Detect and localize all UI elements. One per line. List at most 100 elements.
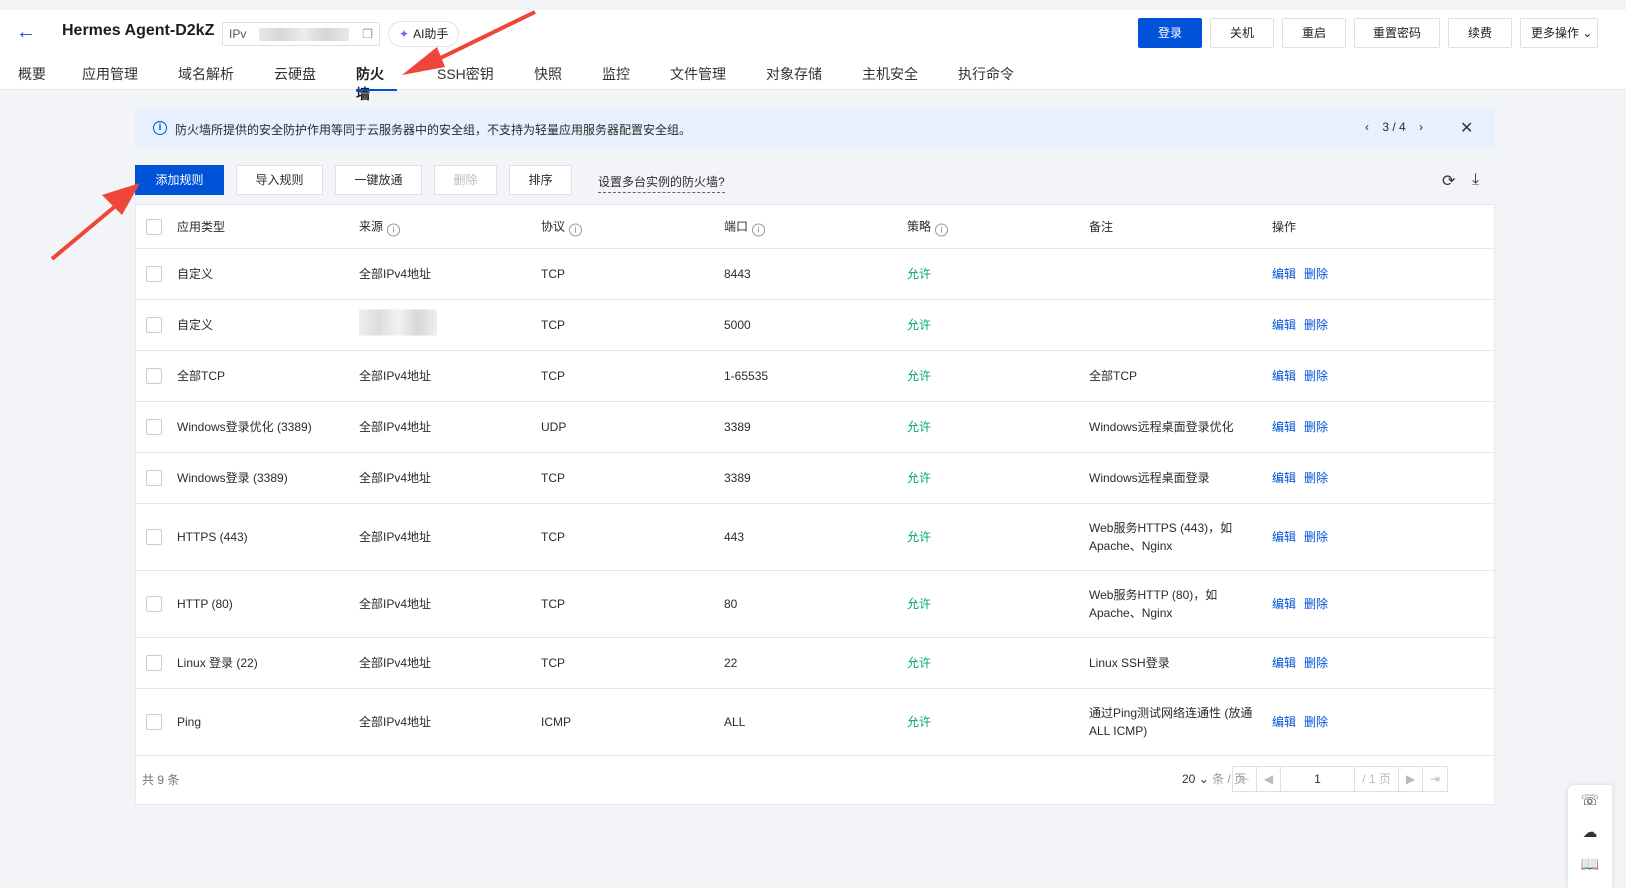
download-icon[interactable]: ⤓ — [1472, 171, 1479, 189]
edit-link[interactable]: 编辑 — [1272, 267, 1296, 281]
delete-link[interactable]: 删除 — [1304, 471, 1328, 485]
import-rule-button[interactable]: 导入规则 — [236, 165, 323, 195]
back-arrow-icon[interactable]: ← — [16, 22, 36, 42]
tab-cloud-disk[interactable]: 云硬盘 — [274, 64, 356, 88]
tab-host-security[interactable]: 主机安全 — [862, 64, 958, 88]
login-button[interactable]: 登录 — [1138, 18, 1202, 48]
edit-link[interactable]: 编辑 — [1272, 420, 1296, 434]
cell-actions: 编辑 删除 — [1272, 469, 1336, 487]
header-policy-label: 策略 — [907, 219, 932, 233]
tab-run-command[interactable]: 执行命令 — [958, 64, 1038, 88]
ai-assistant-button[interactable]: ✦ AI助手 — [388, 21, 460, 47]
restart-button[interactable]: 重启 — [1282, 18, 1346, 48]
tab-firewall[interactable]: 防火墙 — [356, 64, 397, 102]
row-checkbox[interactable] — [146, 266, 162, 282]
tab-app-management[interactable]: 应用管理 — [82, 64, 178, 88]
row-checkbox[interactable] — [146, 317, 162, 333]
last-page-icon[interactable]: ⇥ — [1423, 767, 1447, 791]
tab-object-storage[interactable]: 对象存储 — [766, 64, 862, 88]
cell-port: 3389 — [724, 420, 751, 434]
edit-link[interactable]: 编辑 — [1272, 318, 1296, 332]
row-checkbox[interactable] — [146, 655, 162, 671]
reset-password-button[interactable]: 重置密码 — [1354, 18, 1440, 48]
delete-link[interactable]: 删除 — [1304, 369, 1328, 383]
next-icon[interactable]: › — [1419, 120, 1423, 134]
open-all-button[interactable]: 一键放通 — [335, 165, 422, 195]
delete-link[interactable]: 删除 — [1304, 420, 1328, 434]
next-page-icon[interactable]: ▶ — [1399, 767, 1423, 791]
row-checkbox[interactable] — [146, 368, 162, 384]
book-icon[interactable]: 📖 — [1568, 849, 1612, 881]
banner-pager: ‹ 3 / 4 › — [1365, 120, 1423, 134]
tab-overview[interactable]: 概要 — [18, 64, 82, 88]
page-total: / 1 页 — [1355, 767, 1399, 791]
delete-button[interactable]: 删除 — [434, 165, 497, 195]
cell-source: 全部IPv4地址 — [359, 597, 432, 611]
page-input[interactable]: 1 — [1281, 767, 1355, 791]
cell-source: 全部IPv4地址 — [359, 420, 432, 434]
instance-title: Hermes Agent-D2kZ — [62, 22, 215, 39]
delete-link[interactable]: 删除 — [1304, 656, 1328, 670]
add-rule-button[interactable]: 添加规则 — [135, 165, 224, 195]
tab-snapshot[interactable]: 快照 — [534, 64, 602, 88]
row-checkbox[interactable] — [146, 419, 162, 435]
close-icon[interactable]: ✕ — [1460, 118, 1473, 138]
cloud-icon[interactable]: ☁ — [1568, 817, 1612, 849]
edit-link[interactable]: 编辑 — [1272, 656, 1296, 670]
prev-icon[interactable]: ‹ — [1365, 120, 1369, 134]
more-actions-button[interactable]: 更多操作 ⌄ — [1520, 18, 1598, 48]
help-icon[interactable]: i — [752, 223, 766, 236]
help-icon[interactable]: i — [387, 223, 401, 236]
multi-instance-firewall-link[interactable]: 设置多台实例的防火墙? — [598, 173, 725, 193]
cell-protocol: TCP — [541, 530, 565, 544]
cell-protocol: ICMP — [541, 715, 571, 729]
edit-link[interactable]: 编辑 — [1272, 715, 1296, 729]
delete-link[interactable]: 删除 — [1304, 530, 1328, 544]
header-source: 来源 i — [359, 217, 401, 236]
delete-link[interactable]: 删除 — [1304, 715, 1328, 729]
cell-port: 22 — [724, 656, 738, 670]
renew-button[interactable]: 续费 — [1448, 18, 1512, 48]
sort-button[interactable]: 排序 — [509, 165, 572, 195]
delete-link[interactable]: 删除 — [1304, 267, 1328, 281]
info-banner: i 防火墙所提供的安全防护作用等同于云服务器中的安全组，不支持为轻量应用服务器配… — [135, 108, 1495, 148]
help-icon[interactable]: i — [935, 223, 949, 236]
tab-ssh-keys[interactable]: SSH密钥 — [437, 64, 534, 88]
row-checkbox[interactable] — [146, 596, 162, 612]
pagination: ⇤ ◀ 1 / 1 页 ▶ ⇥ — [1232, 766, 1448, 792]
tab-monitor[interactable]: 监控 — [602, 64, 670, 88]
cell-actions: 编辑 删除 — [1272, 713, 1336, 731]
cell-policy: 允许 — [907, 656, 932, 670]
edit-link[interactable]: 编辑 — [1272, 369, 1296, 383]
cell-policy: 允许 — [907, 597, 932, 611]
cell-type: Linux 登录 (22) — [177, 656, 258, 670]
tab-file-management[interactable]: 文件管理 — [670, 64, 766, 88]
cell-port: 443 — [724, 530, 745, 544]
header-protocol: 协议 i — [541, 217, 583, 236]
prev-page-icon[interactable]: ◀ — [1257, 767, 1281, 791]
cell-policy: 允许 — [907, 715, 932, 729]
delete-link[interactable]: 删除 — [1304, 318, 1328, 332]
row-checkbox[interactable] — [146, 470, 162, 486]
row-checkbox[interactable] — [146, 529, 162, 545]
cell-protocol: TCP — [541, 267, 565, 281]
edit-link[interactable]: 编辑 — [1272, 471, 1296, 485]
headset-icon[interactable]: ☏ — [1568, 785, 1612, 817]
refresh-icon[interactable]: ⟳ — [1442, 171, 1455, 191]
table-row: 自定义 全部IPv4地址 TCP 8443 允许 编辑 删除 — [136, 249, 1494, 300]
cell-type: HTTP (80) — [177, 597, 233, 611]
cell-protocol: TCP — [541, 369, 565, 383]
help-icon[interactable]: i — [569, 223, 583, 236]
delete-link[interactable]: 删除 — [1304, 597, 1328, 611]
tab-dns[interactable]: 域名解析 — [178, 64, 274, 88]
edit-link[interactable]: 编辑 — [1272, 597, 1296, 611]
header-port-label: 端口 — [724, 219, 749, 233]
header-protocol-label: 协议 — [541, 219, 566, 233]
shutdown-button[interactable]: 关机 — [1210, 18, 1274, 48]
cell-source-redacted — [359, 309, 437, 341]
edit-link[interactable]: 编辑 — [1272, 530, 1296, 544]
row-checkbox[interactable] — [146, 714, 162, 730]
select-all-checkbox[interactable] — [146, 218, 162, 235]
first-page-icon[interactable]: ⇤ — [1233, 767, 1257, 791]
copy-icon[interactable]: ❐ — [362, 27, 373, 41]
